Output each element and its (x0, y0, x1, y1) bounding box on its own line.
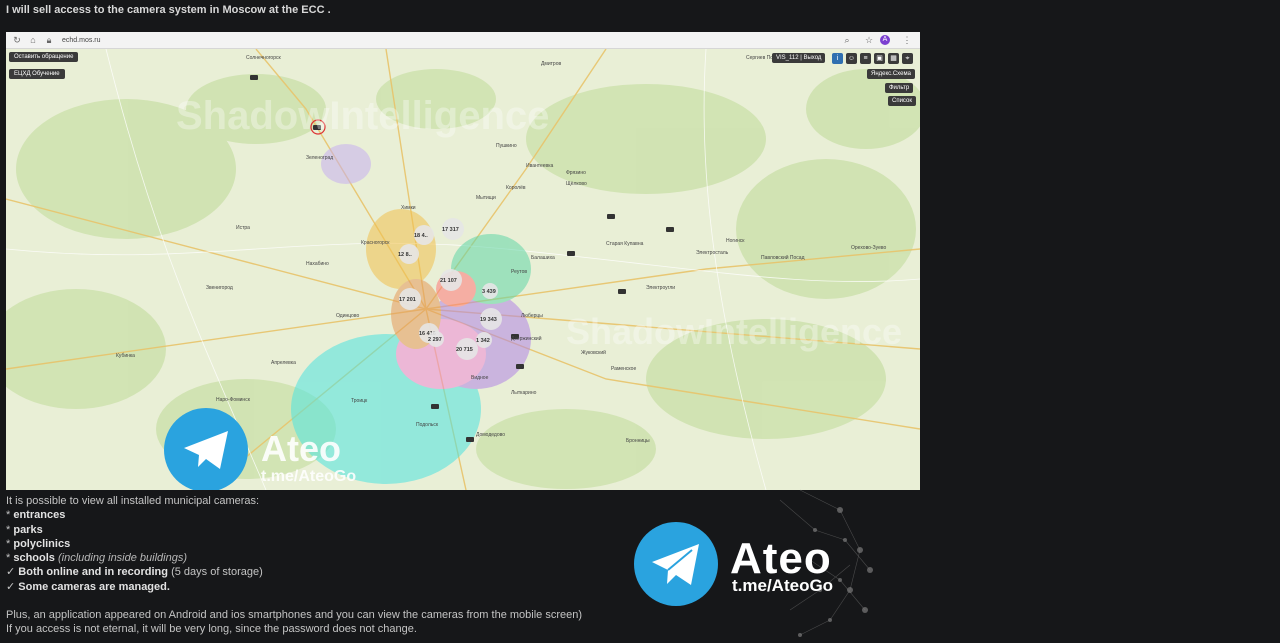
list-item: * entrances (6, 509, 66, 522)
home-icon: ⌂ (30, 35, 36, 45)
cluster-label: 19 343 (480, 317, 497, 323)
layers-icon[interactable]: ≡ (860, 53, 871, 64)
list-button[interactable]: Список (888, 96, 916, 106)
user-icon[interactable]: ☺ (846, 53, 857, 64)
footer-line: Plus, an application appeared on Android… (6, 609, 583, 622)
cluster-label: 18 4.. (414, 233, 428, 239)
place-label: Кубинка (116, 353, 135, 359)
cluster-label: 17 201 (399, 297, 416, 303)
place-label: Зеленоград (306, 155, 333, 161)
place-label: Ивантеевка (526, 163, 553, 169)
place-label: Пушкино (496, 143, 517, 149)
place-label: Красногорск (361, 240, 390, 246)
cluster-label: 1 342 (476, 338, 490, 344)
more-icon: ⋮ (902, 35, 912, 45)
check-item: ✓ Both online and in recording (5 days o… (6, 566, 263, 579)
place-label: Фрязино (566, 170, 586, 176)
place-label: Наро-Фоминск (216, 397, 251, 403)
map-canvas: 17 317 18 4.. 12 8.. 21 107 17 201 19 34… (6, 49, 920, 490)
grid-icon[interactable]: ▦ (888, 53, 899, 64)
place-label: Люберцы (521, 313, 543, 319)
lock-icon: 🔒︎ (46, 35, 52, 45)
place-label: Ногинск (726, 238, 745, 244)
list-item: * polyclinics (6, 537, 71, 550)
post-title: I will sell access to the camera system … (6, 4, 331, 16)
place-label: Щёлково (566, 181, 587, 187)
place-label: Королёв (506, 185, 526, 191)
user-name: VIS_112 (776, 55, 799, 61)
place-label: Электроугли (646, 285, 675, 291)
place-label: Солнечногорск (246, 55, 281, 61)
info-icon[interactable]: i (832, 53, 843, 64)
leave-appeal-button[interactable]: Оставить обращение (9, 52, 79, 62)
watermark-text: ShadowIntelligence (176, 94, 549, 138)
place-label: Видное (471, 375, 489, 381)
place-label: Орехово-Зуево (851, 245, 886, 251)
cluster-label: 20 715 (456, 347, 473, 353)
post-body: It is possible to view all installed mun… (6, 494, 582, 637)
logo-link: t.me/AteoGo (732, 576, 834, 595)
reload-icon: ↻ (13, 35, 21, 45)
user-tag: VIS_112 | Выход (772, 53, 826, 63)
footer-line: If you access is not eternal, it will be… (6, 623, 417, 636)
place-label: Троицк (351, 398, 368, 404)
star-icon: ☆ (864, 35, 874, 45)
cluster-label: 12 8.. (398, 252, 412, 258)
place-label: Лыткарино (511, 390, 537, 396)
place-label: Подольск (416, 422, 439, 428)
intro-line: It is possible to view all installed mun… (6, 495, 260, 507)
zoom-icon: ⌕ (844, 35, 850, 45)
place-label: Электросталь (696, 250, 729, 256)
place-label: Домодедово (476, 432, 505, 438)
place-label: Апрелевка (271, 360, 296, 366)
telegram-link-text: t.me/AteoGo (261, 468, 356, 485)
camera-icon[interactable]: ▣ (874, 53, 885, 64)
cluster-label: 3 439 (482, 289, 496, 295)
place-label: Старая Купавна (606, 241, 644, 247)
place-label: Бронницы (626, 438, 650, 444)
camera-map-screenshot: ↻ ⌂ 🔒︎ echd.mos.ru ⌕ ☆ A ⋮ 17 317 18 4..… (6, 32, 920, 490)
place-label: Реутов (511, 269, 527, 275)
place-label: Балашиха (531, 255, 555, 261)
avatar: A (880, 35, 890, 45)
cluster-label: 21 107 (440, 278, 457, 284)
place-label: Нахабино (306, 261, 329, 267)
place-label: Химки (401, 205, 416, 211)
pin-icon[interactable]: ⌖ (902, 53, 913, 64)
telegram-brand-text: Ateo (261, 428, 341, 469)
place-label: Истра (236, 225, 250, 231)
filter-button[interactable]: Фильтр (885, 83, 914, 93)
place-label: Дзержинский (511, 335, 542, 342)
list-item: * schools (including inside buildings) (6, 552, 188, 565)
browser-toolbar: ↻ ⌂ 🔒︎ echd.mos.ru ⌕ ☆ A ⋮ (6, 32, 920, 49)
place-label: Мытищи (476, 195, 496, 201)
map-scheme-button[interactable]: Яндекс.Схема (867, 69, 915, 79)
place-label: Одинцово (336, 313, 359, 319)
url-text: echd.mos.ru (62, 36, 101, 44)
check-item: ✓ Some cameras are managed. (6, 580, 170, 593)
list-item: * parks (6, 523, 43, 536)
place-label: Раменское (611, 366, 636, 372)
logout-link[interactable]: Выход (803, 55, 821, 61)
cluster-label: 2 297 (428, 337, 442, 343)
place-label: Павловский Посад (761, 254, 805, 261)
place-label: Дмитров (541, 61, 561, 67)
place-label: Звенигород (206, 285, 233, 291)
training-button[interactable]: ЕЦХД Обучение (9, 69, 65, 79)
cluster-label: 17 317 (442, 227, 459, 233)
watermark-text: ShadowIntelligence (566, 311, 902, 352)
